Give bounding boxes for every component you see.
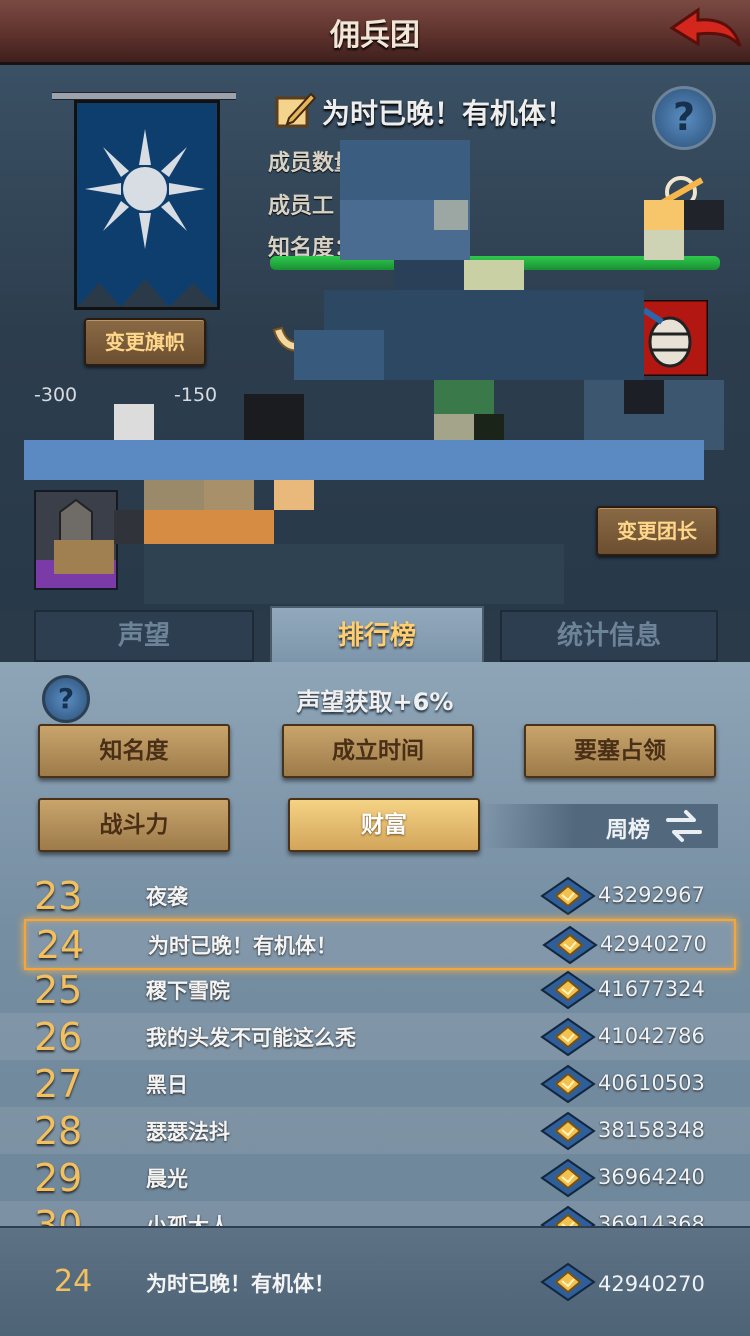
- guild-name: 黑日: [146, 1073, 188, 1097]
- ranking-row[interactable]: 26 我的头发不可能这么秃 41042786: [0, 1013, 750, 1060]
- wealth-gem-icon: [540, 1262, 596, 1302]
- guild-name: 稷下雪院: [146, 979, 230, 1003]
- category-wealth-button[interactable]: 财富: [288, 798, 480, 852]
- wealth-gem-icon: [540, 1017, 596, 1057]
- wealth-gem-icon: [540, 876, 596, 916]
- category-power-button[interactable]: 战斗力: [38, 798, 230, 852]
- ranking-row[interactable]: 30 小孤大人 36914368: [0, 1201, 750, 1228]
- rank-number: 30: [34, 1203, 83, 1228]
- wealth-value: 41042786: [598, 1024, 705, 1048]
- my-rank: 24: [54, 1264, 93, 1299]
- page-title: 佣兵团: [330, 18, 420, 53]
- category-founded-button[interactable]: 成立时间: [282, 724, 474, 778]
- tab-bar: 声望 排行榜 统计信息: [34, 606, 718, 664]
- rank-number: 29: [34, 1156, 83, 1200]
- guild-name: 晨光: [146, 1167, 188, 1191]
- rank-number: 26: [34, 1015, 83, 1059]
- guild-name: 我的头发不可能这么秃: [146, 1026, 356, 1050]
- rank-number: 23: [34, 874, 83, 918]
- rank-number: 25: [34, 968, 83, 1012]
- tab-renown[interactable]: 声望: [34, 610, 254, 662]
- wealth-value: 41677324: [598, 977, 705, 1001]
- wealth-value: 43292967: [598, 883, 705, 907]
- wealth-value: 40610503: [598, 1071, 705, 1095]
- my-wealth-value: 42940270: [598, 1272, 705, 1296]
- tab-statistics[interactable]: 统计信息: [500, 610, 718, 662]
- ranking-row[interactable]: 28 瑟瑟法抖 38158348: [0, 1107, 750, 1154]
- wealth-gem-icon: [540, 970, 596, 1010]
- my-guild-name: 为时已晚！有机体！: [146, 1272, 335, 1296]
- guild-name: 为时已晚！有机体！: [148, 934, 337, 958]
- back-button[interactable]: [668, 6, 744, 54]
- weekly-label: 周榜: [606, 818, 651, 843]
- renown-bonus-text: 声望获取+6%: [296, 688, 454, 716]
- wealth-value: 38158348: [598, 1118, 705, 1142]
- rank-number: 24: [36, 923, 85, 967]
- ranking-row-self[interactable]: 24 为时已晚！有机体！ 42940270: [24, 919, 736, 970]
- back-arrow-icon: [669, 7, 742, 48]
- edit-name-icon[interactable]: [275, 90, 317, 130]
- swap-icon[interactable]: [664, 808, 704, 844]
- edit-icon: [275, 92, 317, 128]
- wealth-gem-icon: [540, 1064, 596, 1104]
- change-leader-button[interactable]: 变更团长: [596, 506, 718, 556]
- ranking-list: 23 夜袭 43292967 24 为时已晚！有机体！ 42940270 25 稷下雪院 416…: [0, 872, 750, 1228]
- ranking-row[interactable]: 29 晨光 36964240: [0, 1154, 750, 1201]
- ranking-row[interactable]: 27 黑日 40610503: [0, 1060, 750, 1107]
- wealth-value: 42940270: [600, 932, 707, 956]
- rank-number: 28: [34, 1109, 83, 1153]
- guild-name: 为时已晚！有机体！: [322, 97, 575, 130]
- category-fortress-button[interactable]: 要塞占领: [524, 724, 716, 778]
- category-fame-button[interactable]: 知名度: [38, 724, 230, 778]
- ranking-row[interactable]: 25 稷下雪院 41677324: [0, 966, 750, 1013]
- guild-name: 瑟瑟法抖: [146, 1120, 230, 1144]
- rank-number: 27: [34, 1062, 83, 1106]
- wealth-gem-icon: [540, 1205, 596, 1228]
- guild-name: 夜袭: [146, 885, 188, 909]
- ranking-row[interactable]: 23 夜袭 43292967: [0, 872, 750, 919]
- banner-pole: [52, 92, 236, 100]
- tab-ranking[interactable]: 排行榜: [270, 606, 484, 664]
- wealth-gem-icon: [542, 925, 598, 965]
- wealth-gem-icon: [540, 1111, 596, 1151]
- wealth-gem-icon: [540, 1158, 596, 1198]
- wealth-value: 36964240: [598, 1165, 705, 1189]
